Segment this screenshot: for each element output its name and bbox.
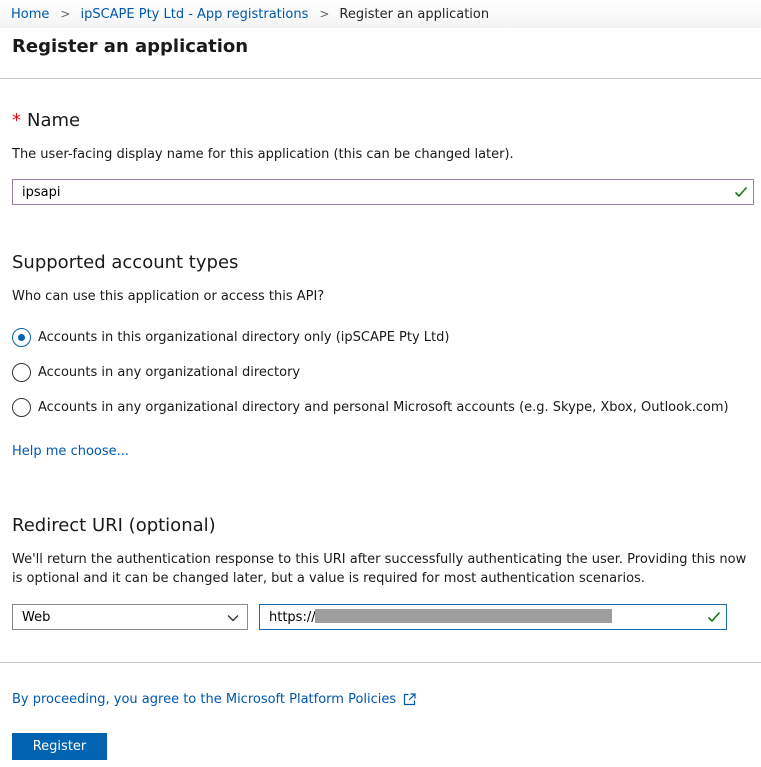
footer-divider: [0, 662, 761, 663]
register-button[interactable]: Register: [12, 733, 107, 760]
redirect-uri-title: Redirect URI (optional): [12, 515, 216, 536]
platform-policies-link[interactable]: By proceeding, you agree to the Microsof…: [12, 692, 416, 707]
breadcrumb-separator: >: [319, 7, 330, 21]
checkmark-icon: [734, 186, 748, 198]
radio-button[interactable]: [12, 363, 31, 382]
radio-label: Accounts in any organizational directory: [38, 365, 301, 380]
breadcrumb-home-link[interactable]: Home: [11, 7, 49, 22]
help-me-choose-link[interactable]: Help me choose...: [12, 444, 129, 459]
redirect-uri-description: We'll return the authentication response…: [12, 552, 747, 586]
checkmark-icon: [707, 611, 721, 623]
name-input-value: ipsapi: [22, 184, 61, 200]
radio-label: Accounts in this organizational director…: [38, 330, 450, 345]
breadcrumb-separator: >: [60, 7, 71, 21]
account-types-title: Supported account types: [12, 252, 239, 273]
name-section-title: * Name: [12, 110, 81, 131]
breadcrumb-current: Register an application: [339, 6, 490, 22]
header-divider: [0, 78, 761, 79]
name-input[interactable]: ipsapi: [12, 179, 754, 205]
redacted-region: [315, 609, 612, 623]
chevron-down-icon: [227, 615, 239, 622]
page-title: Register an application: [12, 36, 249, 57]
radio-button[interactable]: [12, 398, 31, 417]
redirect-uri-input[interactable]: https://c: [259, 604, 727, 630]
radio-multi-tenant-personal[interactable]: Accounts in any organizational directory…: [12, 398, 729, 417]
platform-select[interactable]: Web: [12, 604, 248, 630]
required-marker: *: [12, 110, 21, 131]
external-link-icon: [404, 693, 416, 706]
breadcrumb: Home > ipSCAPE Pty Ltd - App registratio…: [0, 0, 761, 28]
radio-label: Accounts in any organizational directory…: [38, 400, 729, 415]
radio-button-selected[interactable]: [12, 328, 31, 347]
platform-policies-label: By proceeding, you agree to the Microsof…: [12, 692, 397, 707]
radio-multi-tenant[interactable]: Accounts in any organizational directory: [12, 363, 300, 382]
name-description: The user-facing display name for this ap…: [12, 147, 514, 162]
platform-select-value: Web: [22, 609, 51, 625]
account-types-question: Who can use this application or access t…: [12, 289, 325, 304]
radio-single-tenant[interactable]: Accounts in this organizational director…: [12, 328, 449, 347]
breadcrumb-app-registrations-link[interactable]: ipSCAPE Pty Ltd - App registrations: [80, 7, 308, 22]
